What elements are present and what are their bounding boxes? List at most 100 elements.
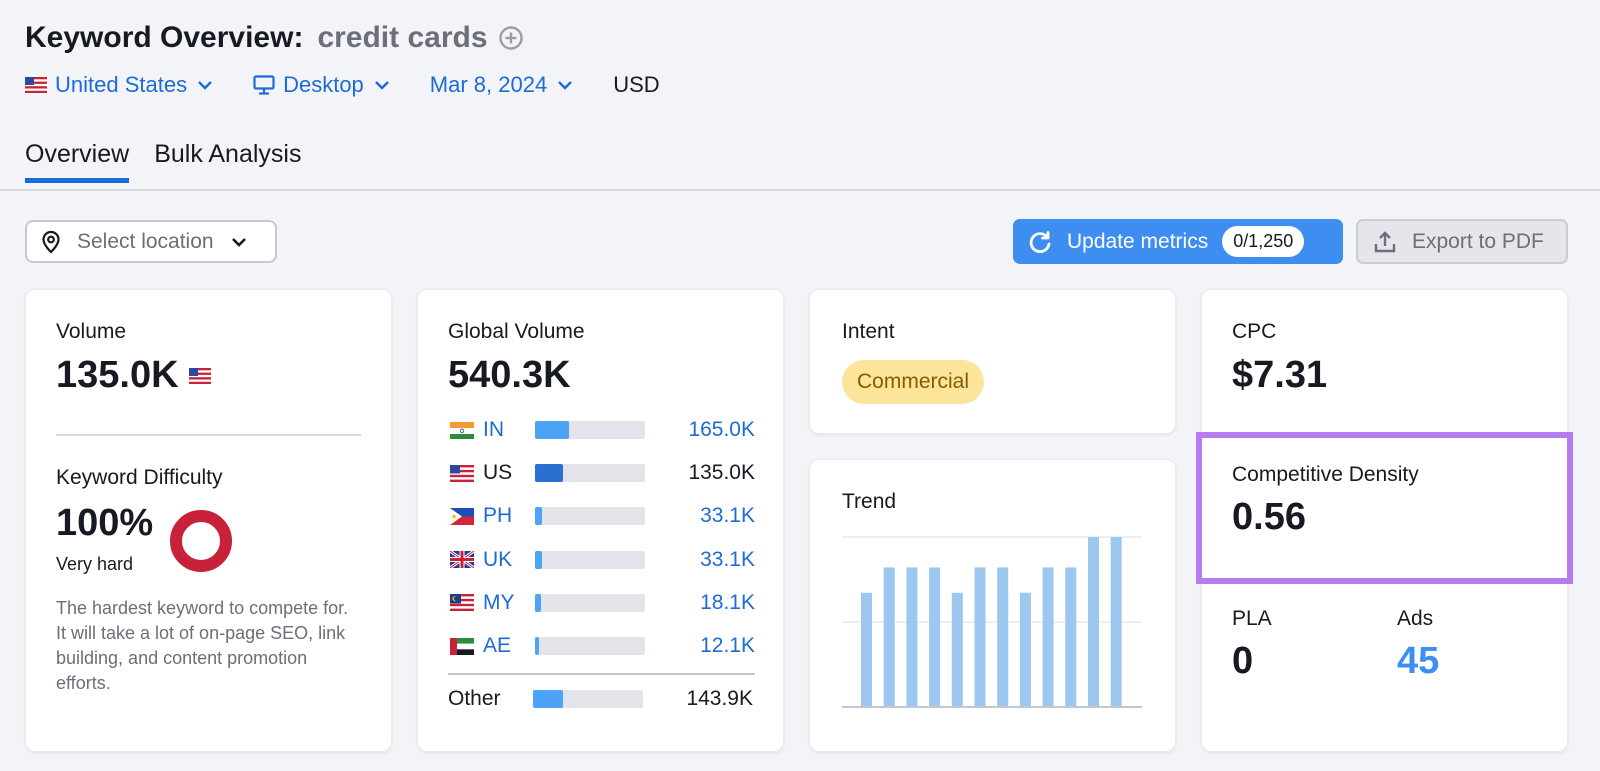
ph-flag-icon <box>450 507 474 525</box>
country-share-bar <box>535 421 645 439</box>
ads-label: Ads <box>1397 607 1434 630</box>
trend-bar <box>906 567 918 706</box>
cpc-value: $7.31 <box>1232 354 1328 396</box>
cpc-label: CPC <box>1232 320 1277 343</box>
country-row-other: Other 143.9K <box>448 686 753 712</box>
country-divider <box>448 673 755 675</box>
in-flag-icon <box>450 421 474 439</box>
trend-card: Trend <box>809 459 1176 752</box>
date-filter-label: Mar 8, 2024 <box>429 72 548 97</box>
country-code[interactable]: PH <box>483 504 535 528</box>
trend-bar <box>974 567 986 706</box>
trend-chart <box>842 536 1142 708</box>
tab-bulk-analysis[interactable]: Bulk Analysis <box>154 140 301 183</box>
trend-bar <box>861 592 872 706</box>
location-pin-icon <box>42 230 60 254</box>
update-metrics-label: Update metrics <box>1067 229 1209 253</box>
location-select-placeholder: Select location <box>77 229 214 253</box>
trend-label: Trend <box>842 490 897 513</box>
country-share-fill <box>535 550 542 569</box>
country-volume[interactable]: 18.1K <box>700 591 755 615</box>
country-volume[interactable]: 165.0K <box>688 418 755 442</box>
kd-donut-arc <box>170 510 232 572</box>
my-flag-icon <box>450 594 474 612</box>
country-code[interactable]: UK <box>483 548 535 572</box>
trend-bar <box>1065 567 1077 706</box>
volume-card: Volume 135.0K Keyword Difficulty 100% Ve… <box>25 289 392 752</box>
other-value: 143.9K <box>686 687 753 710</box>
kd-level: Very hard <box>56 554 134 574</box>
country-row-uk: UK 33.1K <box>450 547 755 573</box>
country-code[interactable]: MY <box>483 591 535 615</box>
competitive-density-highlight <box>1196 432 1573 584</box>
country-volume[interactable]: 12.1K <box>700 634 755 658</box>
uk-flag-icon <box>450 551 474 569</box>
chevron-down-icon <box>558 81 573 90</box>
date-filter[interactable]: Mar 8, 2024 <box>430 72 573 98</box>
volume-value-row: 135.0K <box>56 354 211 397</box>
tab-overview[interactable]: Overview <box>25 140 130 183</box>
us-flag-icon <box>450 464 474 482</box>
chevron-down-icon <box>231 237 246 247</box>
volume-value: 135.0K <box>56 354 179 396</box>
country-share-fill <box>535 507 542 526</box>
add-to-list-icon[interactable] <box>498 25 524 51</box>
country-volume: 135.0K <box>688 461 755 485</box>
desktop-icon <box>253 75 275 95</box>
country-row-ph: PH 33.1K <box>450 503 755 529</box>
tabs-divider <box>0 189 1600 191</box>
export-pdf-button[interactable]: Export to PDF <box>1356 219 1568 264</box>
pla-value: 0 <box>1232 640 1254 682</box>
kd-donut <box>170 510 232 572</box>
page-title: Keyword Overview: <box>25 21 304 54</box>
device-filter[interactable]: Desktop <box>253 72 390 98</box>
kd-description: The hardest keyword to compete for. It w… <box>56 598 349 693</box>
pla-label: PLA <box>1232 607 1272 630</box>
trend-bar <box>1042 567 1054 706</box>
trend-bar <box>1088 537 1099 706</box>
country-row-ae: AE 12.1K <box>450 633 755 659</box>
export-icon <box>1374 230 1396 252</box>
page-header: Keyword Overview: credit cards <box>25 18 524 58</box>
update-metrics-counter: 0/1,250 <box>1222 226 1305 257</box>
country-row-my: MY 18.1K <box>450 590 755 616</box>
us-flag-icon <box>25 77 47 93</box>
country-share-bar <box>535 507 645 526</box>
trend-bar <box>1110 537 1122 706</box>
country-share-bar <box>535 550 645 569</box>
trend-bar <box>883 567 895 706</box>
trend-bar <box>951 592 963 706</box>
us-flag-icon <box>188 367 211 384</box>
intent-card: Intent Commercial <box>809 289 1176 434</box>
chevron-down-icon <box>198 81 212 90</box>
country-code[interactable]: AE <box>483 634 535 658</box>
global-volume-label: Global Volume <box>448 320 585 343</box>
currency-label: USD <box>613 72 660 97</box>
country-row-in: IN 165.0K <box>450 417 755 443</box>
country-share-fill <box>535 593 541 612</box>
global-volume-card: Global Volume 540.3K IN 165.0K US 135.0K PH 3… <box>417 289 784 752</box>
country-volume[interactable]: 33.1K <box>700 504 755 528</box>
trend-bar <box>1019 592 1031 706</box>
ae-flag-icon <box>450 637 474 655</box>
country-code[interactable]: IN <box>483 418 535 442</box>
intent-badge: Commercial <box>842 360 985 404</box>
trend-bar <box>997 567 1009 706</box>
device-filter-label: Desktop <box>283 72 364 97</box>
trend-bar <box>929 567 941 706</box>
location-select[interactable]: Select location <box>25 220 277 263</box>
country-share-bar <box>535 464 645 483</box>
country-share-fill <box>535 637 540 655</box>
country-share-fill <box>535 421 570 439</box>
kd-label: Keyword Difficulty <box>56 466 223 489</box>
update-metrics-button[interactable]: Update metrics 0/1,250 <box>1013 219 1343 264</box>
refresh-icon <box>1029 230 1051 253</box>
export-pdf-label: Export to PDF <box>1412 229 1544 253</box>
other-share-bar <box>533 690 643 708</box>
tab-bar: Overview Bulk Analysis <box>25 140 326 183</box>
country-filter-label: United States <box>55 72 188 97</box>
keyword-title: credit cards <box>317 21 488 54</box>
country-volume[interactable]: 33.1K <box>700 548 755 572</box>
volume-label: Volume <box>56 320 127 343</box>
country-filter[interactable]: United States <box>25 72 213 98</box>
